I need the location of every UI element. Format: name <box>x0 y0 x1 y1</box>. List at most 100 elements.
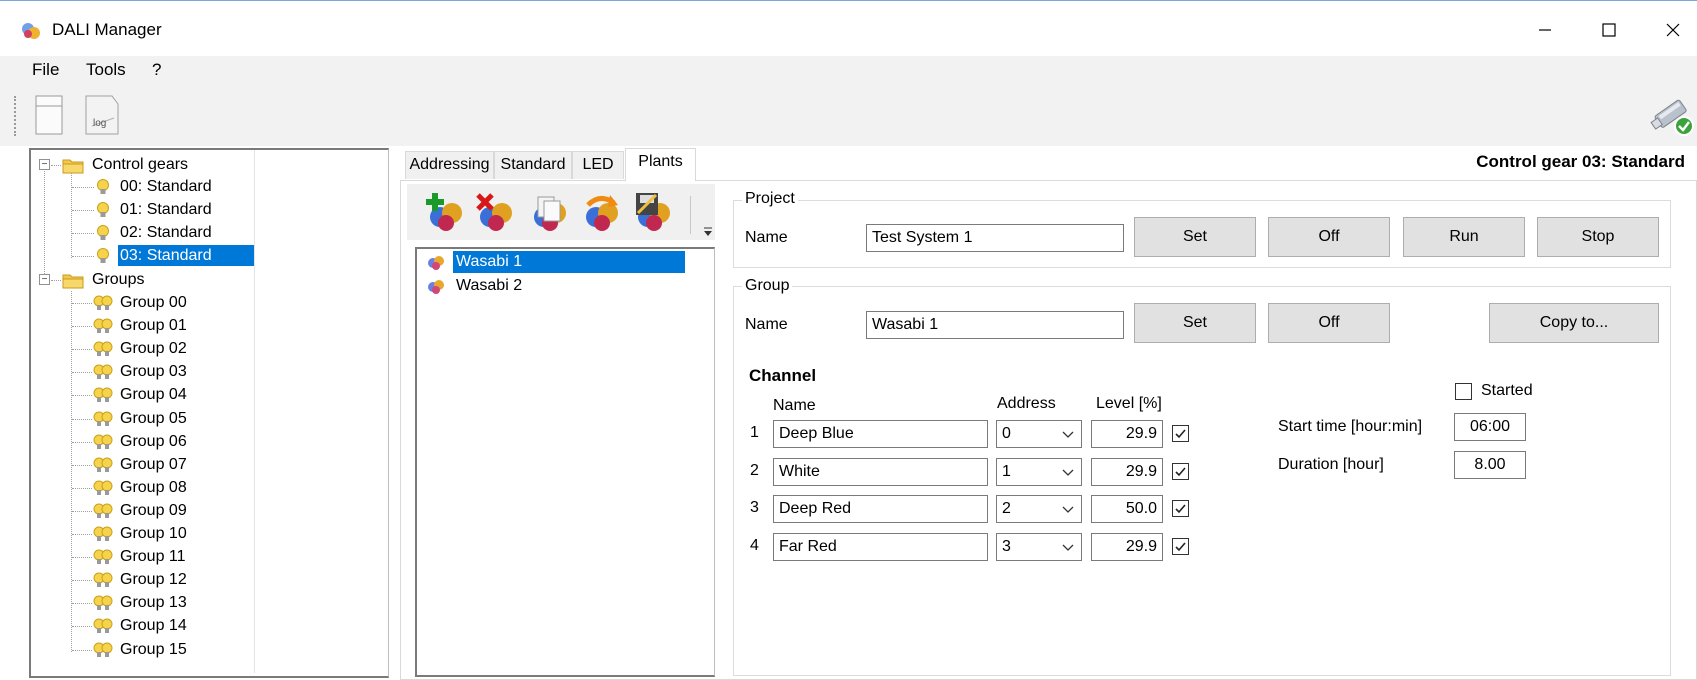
channel-enabled-checkbox[interactable] <box>1172 537 1189 555</box>
group-bulbs-icon <box>93 295 113 310</box>
tab-plants[interactable]: Plants <box>625 148 696 181</box>
channel-name-input[interactable]: White <box>773 457 988 486</box>
tree-branch <box>51 165 61 166</box>
tree-group-item[interactable]: Group 05 <box>118 408 189 429</box>
group-title: Group <box>742 277 793 295</box>
tree-branch <box>72 649 92 651</box>
delete-plant-icon[interactable] <box>474 191 518 235</box>
duration-label: Duration [hour] <box>1278 456 1384 473</box>
collapse-groups-icon[interactable]: − <box>39 274 50 285</box>
project-name-input[interactable]: Test System 1 <box>866 224 1124 252</box>
refresh-plant-icon[interactable] <box>580 191 624 235</box>
group-bulbs-icon <box>93 411 113 426</box>
tree-group-item[interactable]: Group 03 <box>118 361 189 382</box>
tab-led[interactable]: LED <box>572 151 624 179</box>
save-plant-icon[interactable] <box>632 191 676 235</box>
toolbar-separator <box>690 196 691 234</box>
tree-gear-item[interactable]: 02: Standard <box>118 222 214 243</box>
tree-branch <box>72 487 92 489</box>
channel-name-input[interactable]: Deep Blue <box>773 420 988 448</box>
plant-list-item[interactable]: Wasabi 2 <box>453 275 525 297</box>
add-plant-icon[interactable] <box>424 191 468 235</box>
collapse-control-gears-icon[interactable]: − <box>39 159 50 170</box>
channel-level-input[interactable]: 50.0 <box>1091 495 1163 523</box>
tree-branch <box>72 580 92 582</box>
tree-gear-item[interactable]: 03: Standard <box>118 245 254 266</box>
project-off-button[interactable]: Off <box>1268 217 1390 257</box>
tree-groups[interactable]: Groups <box>90 269 146 290</box>
project-set-button[interactable]: Set <box>1134 217 1256 257</box>
channel-address-select[interactable]: 1 <box>996 457 1082 486</box>
tree-branch <box>72 256 94 257</box>
tree-group-item[interactable]: Group 15 <box>118 639 189 660</box>
tree-group-item[interactable]: Group 02 <box>118 338 189 359</box>
tree-gear-line <box>71 172 72 258</box>
tree-branch <box>72 326 92 328</box>
channel-level-input[interactable]: 29.9 <box>1091 457 1163 486</box>
tree-group-item[interactable]: Group 14 <box>118 615 189 636</box>
channel-index: 2 <box>750 461 759 479</box>
close-button[interactable] <box>1650 12 1696 48</box>
chevron-down-icon <box>1062 544 1074 551</box>
plant-list-item[interactable]: Wasabi 1 <box>453 251 685 273</box>
group-name-input[interactable]: Wasabi 1 <box>866 311 1124 339</box>
group-bulbs-icon <box>93 642 113 657</box>
channel-name-input[interactable]: Far Red <box>773 532 988 561</box>
channel-enabled-checkbox[interactable] <box>1172 500 1189 517</box>
checkmark-icon <box>1175 466 1186 476</box>
tree-group-item[interactable]: Group 00 <box>118 292 189 313</box>
project-run-button[interactable]: Run <box>1403 217 1525 257</box>
tree-gear-item[interactable]: 00: Standard <box>118 176 214 197</box>
channel-address-select[interactable]: 3 <box>996 532 1082 561</box>
tree-branch <box>72 349 92 351</box>
blank-document-icon[interactable] <box>34 94 64 136</box>
started-label: Started <box>1481 382 1533 399</box>
tree-group-item[interactable]: Group 06 <box>118 431 189 452</box>
tab-standard[interactable]: Standard <box>494 151 572 179</box>
maximize-button[interactable] <box>1586 12 1632 48</box>
channel-address-select[interactable]: 2 <box>996 495 1082 523</box>
channel-level-input[interactable]: 29.9 <box>1091 532 1163 561</box>
tree-control-gears[interactable]: Control gears <box>90 154 190 175</box>
group-set-button[interactable]: Set <box>1134 303 1256 343</box>
checkmark-icon <box>1175 504 1186 514</box>
copy-plant-icon[interactable] <box>528 191 572 235</box>
started-checkbox[interactable] <box>1455 383 1472 400</box>
tree-group-item[interactable]: Group 08 <box>118 477 189 498</box>
log-button[interactable]: log <box>84 94 120 136</box>
tree-branch <box>72 210 94 211</box>
menu-tools[interactable]: Tools <box>86 60 126 80</box>
channel-name-input[interactable]: Deep Red <box>773 495 988 523</box>
group-bulbs-icon <box>93 341 113 357</box>
tree-group-item[interactable]: Group 10 <box>118 523 189 544</box>
tree-group-item[interactable]: Group 12 <box>118 569 189 590</box>
copy-to-button[interactable]: Copy to... <box>1489 303 1659 343</box>
tree-group-item[interactable]: Group 09 <box>118 500 189 521</box>
group-bulbs-icon <box>93 526 113 541</box>
group-bulbs-icon <box>93 387 113 403</box>
tree-group-item[interactable]: Group 01 <box>118 315 189 336</box>
start-time-input[interactable]: 06:00 <box>1454 413 1526 441</box>
toolbar-overflow-icon[interactable] <box>703 226 713 238</box>
tree-group-item[interactable]: Group 11 <box>118 546 188 567</box>
minimize-button[interactable] <box>1522 12 1568 48</box>
toolbar-grip[interactable] <box>14 96 18 136</box>
channel-level-input[interactable]: 29.9 <box>1091 420 1163 448</box>
project-stop-button[interactable]: Stop <box>1537 217 1659 257</box>
channel-index: 4 <box>750 536 759 554</box>
menu-file[interactable]: File <box>32 60 59 80</box>
tree-group-item[interactable]: Group 04 <box>118 384 189 405</box>
channel-address-value: 1 <box>1002 462 1011 480</box>
tab-addressing[interactable]: Addressing <box>405 151 494 179</box>
tree-gear-item[interactable]: 01: Standard <box>118 199 214 220</box>
channel-enabled-checkbox[interactable] <box>1172 425 1189 442</box>
tree-group-item[interactable]: Group 07 <box>118 454 189 475</box>
tree-branch <box>51 280 61 281</box>
menu-help[interactable]: ? <box>152 60 161 80</box>
channel-address-select[interactable]: 0 <box>996 420 1082 448</box>
channel-enabled-checkbox[interactable] <box>1172 462 1189 480</box>
tree-group-item[interactable]: Group 13 <box>118 592 189 613</box>
group-off-button[interactable]: Off <box>1268 303 1390 343</box>
plant-list[interactable] <box>415 247 715 677</box>
duration-input[interactable]: 8.00 <box>1454 451 1526 479</box>
